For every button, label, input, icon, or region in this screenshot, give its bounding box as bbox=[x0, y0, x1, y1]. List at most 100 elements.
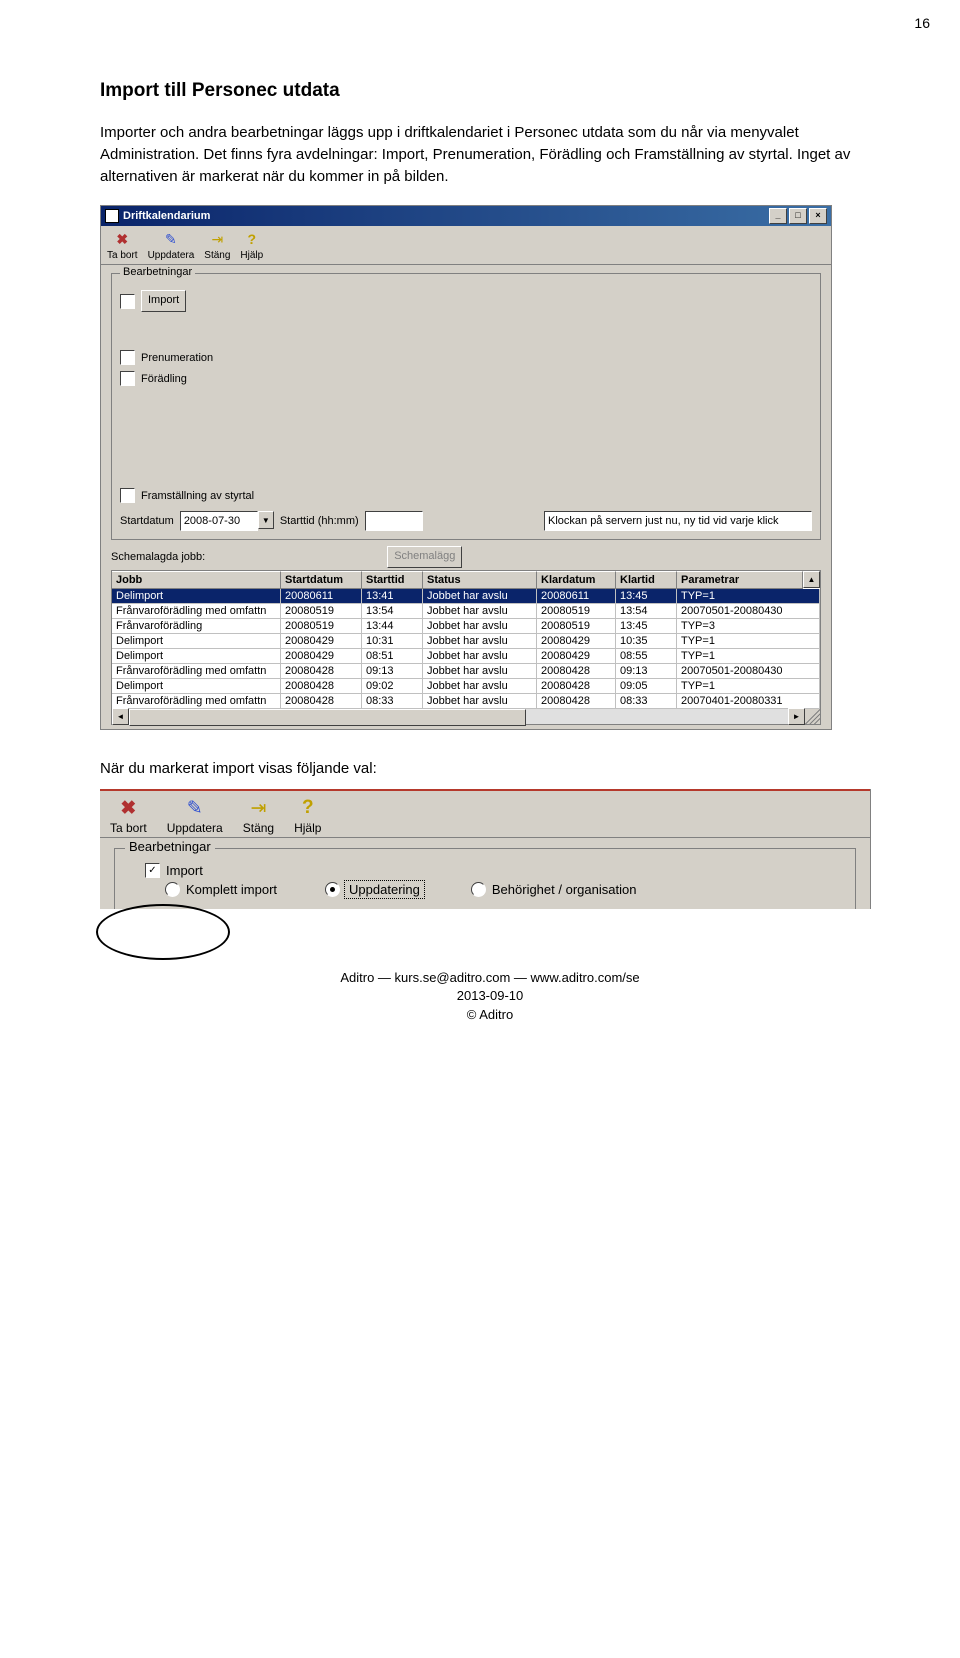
table-cell: TYP=3 bbox=[677, 619, 820, 634]
col-jobb[interactable]: Jobb bbox=[112, 571, 281, 589]
resize-grip-icon[interactable] bbox=[805, 709, 820, 724]
wand-icon: ✎ bbox=[160, 229, 182, 249]
table-cell: 20080519 bbox=[537, 619, 616, 634]
uppdatera-button[interactable]: ✎ Uppdatera bbox=[148, 229, 195, 261]
minimize-button[interactable]: _ bbox=[769, 208, 787, 224]
table-cell: 20080611 bbox=[537, 589, 616, 604]
table-cell: 13:54 bbox=[362, 604, 423, 619]
table-cell: 13:54 bbox=[616, 604, 677, 619]
tabort-button[interactable]: ✖ Ta bort bbox=[107, 229, 138, 261]
col-parametrar[interactable]: Parametrar bbox=[677, 571, 803, 589]
jobs-table: Jobb Startdatum Starttid Status Klardatu… bbox=[111, 570, 821, 725]
table-row[interactable]: Frånvaroförädling med omfattn2008042809:… bbox=[112, 664, 820, 679]
import-label-btn[interactable]: Import bbox=[141, 290, 186, 312]
uppdatera-button-2[interactable]: ✎ Uppdatera bbox=[167, 797, 223, 835]
col-starttid[interactable]: Starttid bbox=[362, 571, 423, 589]
table-row[interactable]: Delimport2008042809:02Jobbet har avslu20… bbox=[112, 679, 820, 694]
table-cell: Frånvaroförädling bbox=[112, 619, 281, 634]
table-row[interactable]: Delimport2008061113:41Jobbet har avslu20… bbox=[112, 589, 820, 604]
table-cell: 13:44 bbox=[362, 619, 423, 634]
intro-paragraph: Importer och andra bearbetningar läggs u… bbox=[100, 122, 860, 187]
import-options-window: ✖ Ta bort ✎ Uppdatera ⇥ Stäng ? Hjälp Be… bbox=[100, 789, 871, 909]
table-cell: Jobbet har avslu bbox=[423, 619, 537, 634]
table-row[interactable]: Delimport2008042908:51Jobbet har avslu20… bbox=[112, 649, 820, 664]
table-row[interactable]: Frånvaroförädling med omfattn2008042808:… bbox=[112, 694, 820, 709]
table-cell: 20080428 bbox=[281, 664, 362, 679]
table-cell: 08:51 bbox=[362, 649, 423, 664]
hjalp-button[interactable]: ? Hjälp bbox=[240, 229, 263, 261]
table-cell: 09:02 bbox=[362, 679, 423, 694]
table-cell: 20080429 bbox=[281, 649, 362, 664]
import-checkbox-2[interactable]: ✓ bbox=[145, 863, 160, 878]
vscroll-up-icon[interactable]: ▲ bbox=[803, 571, 820, 588]
table-cell: 10:35 bbox=[616, 634, 677, 649]
hscroll-left-icon[interactable]: ◄ bbox=[112, 708, 129, 725]
framstallning-checkbox[interactable] bbox=[120, 488, 135, 503]
stang-button-2[interactable]: ⇥ Stäng bbox=[243, 797, 274, 835]
bearbetningar-group: Bearbetningar Import Prenumeration Föräd… bbox=[111, 273, 821, 540]
framstallning-label: Framställning av styrtal bbox=[141, 490, 254, 502]
table-cell: 13:45 bbox=[616, 619, 677, 634]
table-cell: 20080519 bbox=[537, 604, 616, 619]
window-titlebar[interactable]: Driftkalendarium _ □ × bbox=[101, 206, 831, 226]
toolbar: ✖ Ta bort ✎ Uppdatera ⇥ Stäng ? Hjälp bbox=[101, 226, 831, 265]
table-row[interactable]: Frånvaroförädling2008051913:44Jobbet har… bbox=[112, 619, 820, 634]
table-cell: TYP=1 bbox=[677, 649, 820, 664]
table-cell: 20080429 bbox=[537, 634, 616, 649]
import-label-2: Import bbox=[166, 863, 203, 878]
table-row[interactable]: Delimport2008042910:31Jobbet har avslu20… bbox=[112, 634, 820, 649]
import-checkbox[interactable] bbox=[120, 294, 135, 309]
table-cell: TYP=1 bbox=[677, 589, 820, 604]
startdatum-field[interactable]: 2008-07-30 bbox=[180, 511, 258, 531]
datepicker-arrow-icon[interactable]: ▼ bbox=[258, 511, 274, 529]
tabort-button-2[interactable]: ✖ Ta bort bbox=[110, 797, 147, 835]
toolbar2: ✖ Ta bort ✎ Uppdatera ⇥ Stäng ? Hjälp bbox=[100, 789, 870, 838]
close-button[interactable]: × bbox=[809, 208, 827, 224]
table-cell: 09:13 bbox=[362, 664, 423, 679]
schemalagg-button[interactable]: Schemalägg bbox=[387, 546, 462, 568]
starttid-field[interactable] bbox=[365, 511, 423, 531]
hscroll-thumb[interactable] bbox=[129, 709, 526, 726]
table-cell: Delimport bbox=[112, 634, 281, 649]
table-cell: Jobbet har avslu bbox=[423, 604, 537, 619]
help-icon: ? bbox=[294, 797, 321, 821]
col-startdatum[interactable]: Startdatum bbox=[281, 571, 362, 589]
prenumeration-label: Prenumeration bbox=[141, 352, 213, 364]
col-klartid[interactable]: Klartid bbox=[616, 571, 677, 589]
behorighet-radio[interactable] bbox=[471, 882, 486, 897]
table-cell: 20070501-20080430 bbox=[677, 604, 820, 619]
table-cell: 20080428 bbox=[281, 694, 362, 709]
hscrollbar[interactable]: ◄ ► bbox=[112, 709, 820, 724]
x-icon: ✖ bbox=[110, 797, 147, 821]
table-row[interactable]: Frånvaroförädling med omfattn2008051913:… bbox=[112, 604, 820, 619]
foradling-checkbox[interactable] bbox=[120, 371, 135, 386]
table-cell: 08:55 bbox=[616, 649, 677, 664]
col-status[interactable]: Status bbox=[423, 571, 537, 589]
table-cell: 20080519 bbox=[281, 619, 362, 634]
hjalp-button-2[interactable]: ? Hjälp bbox=[294, 797, 321, 835]
table-cell: 08:33 bbox=[362, 694, 423, 709]
table-header: Jobb Startdatum Starttid Status Klardatu… bbox=[112, 571, 820, 589]
table-cell: 20080428 bbox=[537, 664, 616, 679]
maximize-button[interactable]: □ bbox=[789, 208, 807, 224]
starttid-label: Starttid (hh:mm) bbox=[280, 515, 359, 527]
table-cell: Jobbet har avslu bbox=[423, 589, 537, 604]
table-cell: Jobbet har avslu bbox=[423, 649, 537, 664]
table-cell: TYP=1 bbox=[677, 679, 820, 694]
page-number: 16 bbox=[914, 15, 930, 31]
window-title: Driftkalendarium bbox=[123, 210, 210, 222]
annotation-ellipse bbox=[96, 904, 230, 960]
section-heading: Import till Personec utdata bbox=[100, 80, 880, 102]
schemalagda-label: Schemalagda jobb: bbox=[111, 551, 205, 563]
server-time-field[interactable]: Klockan på servern just nu, ny tid vid v… bbox=[544, 511, 812, 531]
bearbetningar-group-2: Bearbetningar ✓ Import Komplett import U… bbox=[114, 848, 856, 909]
col-klardatum[interactable]: Klardatum bbox=[537, 571, 616, 589]
table-cell: 20080429 bbox=[281, 634, 362, 649]
komplett-import-label: Komplett import bbox=[186, 882, 277, 897]
prenumeration-checkbox[interactable] bbox=[120, 350, 135, 365]
stang-button[interactable]: ⇥ Stäng bbox=[204, 229, 230, 261]
hscroll-right-icon[interactable]: ► bbox=[788, 708, 805, 725]
komplett-import-radio[interactable] bbox=[165, 882, 180, 897]
table-cell: 20080428 bbox=[281, 679, 362, 694]
uppdatering-radio[interactable] bbox=[325, 882, 340, 897]
